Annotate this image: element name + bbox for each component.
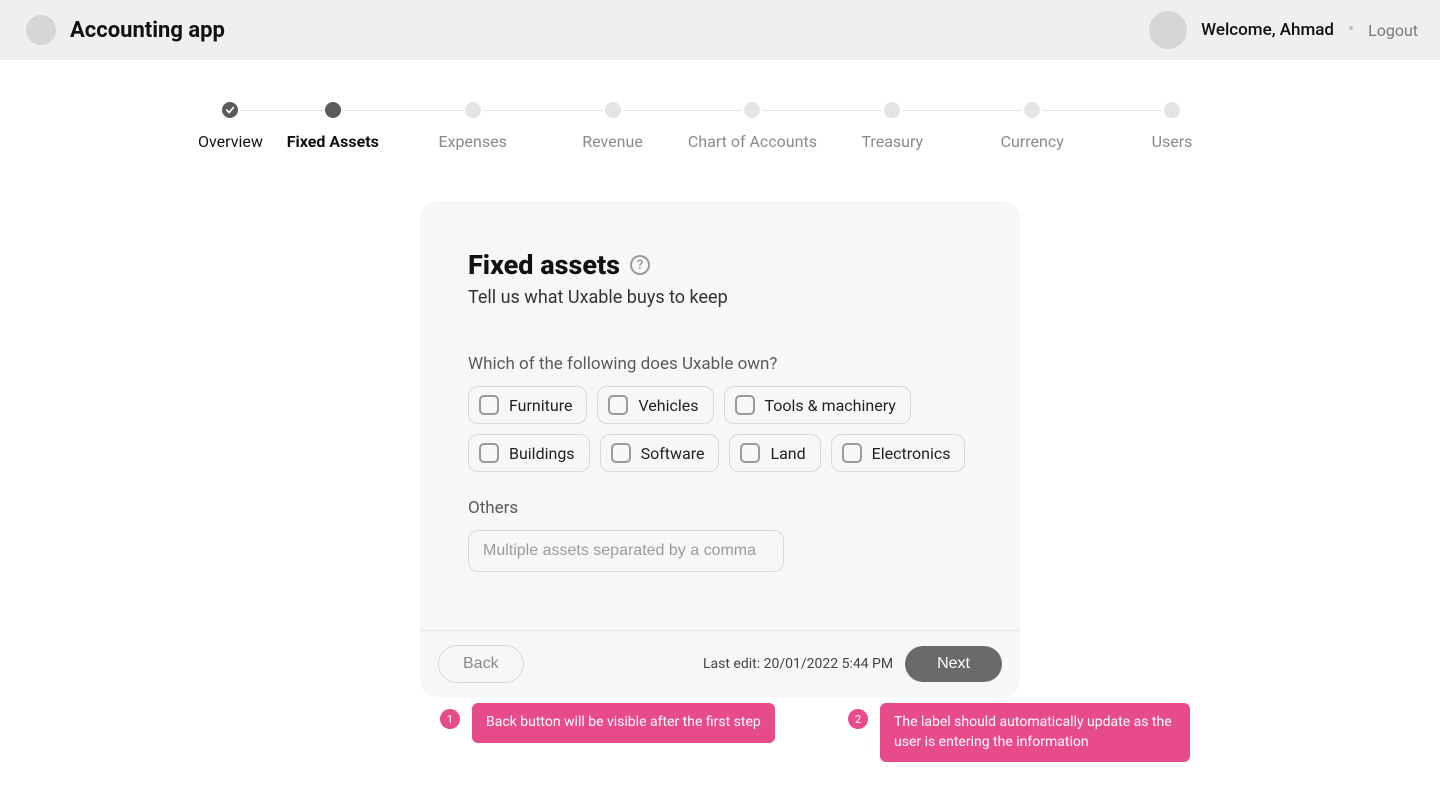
checkbox-icon[interactable] xyxy=(479,395,499,415)
option-label: Buildings xyxy=(509,444,575,463)
annotation-1: 1 Back button will be visible after the … xyxy=(440,703,775,743)
step-label: Treasury xyxy=(861,132,923,151)
header: Accounting app Welcome, Ahmad • Logout xyxy=(0,0,1440,60)
annotation-badge: 1 xyxy=(440,709,460,729)
checkbox-icon[interactable] xyxy=(611,443,631,463)
step-connector xyxy=(623,110,743,111)
checkbox-icon[interactable] xyxy=(735,395,755,415)
welcome-text: Welcome, Ahmad xyxy=(1201,20,1334,40)
annotation-2: 2 The label should automatically update … xyxy=(848,703,1190,762)
app-title: Accounting app xyxy=(70,18,225,43)
checkbox-icon[interactable] xyxy=(740,443,760,463)
next-button[interactable]: Next xyxy=(905,646,1002,682)
check-icon xyxy=(222,102,238,118)
back-button[interactable]: Back xyxy=(438,645,524,683)
step-label: Currency xyxy=(1001,132,1064,151)
logout-link[interactable]: Logout xyxy=(1368,21,1418,40)
checkbox-icon[interactable] xyxy=(608,395,628,415)
step-label: Expenses xyxy=(439,132,507,151)
help-icon[interactable]: ? xyxy=(630,255,650,275)
step-label: Chart of Accounts xyxy=(688,132,817,151)
step-label: Users xyxy=(1152,132,1193,151)
option-chip-software[interactable]: Software xyxy=(600,434,720,472)
option-label: Land xyxy=(770,444,805,463)
option-chip-land[interactable]: Land xyxy=(729,434,820,472)
header-right: Welcome, Ahmad • Logout xyxy=(1149,11,1418,49)
question-label: Which of the following does Uxable own? xyxy=(468,354,972,374)
option-chip-furniture[interactable]: Furniture xyxy=(468,386,587,424)
step-connector xyxy=(1042,110,1162,111)
step-dot-icon xyxy=(884,102,900,118)
header-left: Accounting app xyxy=(26,15,225,45)
option-chip-vehicles[interactable]: Vehicles xyxy=(597,386,713,424)
annotation-text: Back button will be visible after the fi… xyxy=(472,703,775,743)
step-label: Revenue xyxy=(582,132,643,151)
option-label: Electronics xyxy=(872,444,951,463)
option-label: Software xyxy=(641,444,705,463)
step-dot-icon xyxy=(325,102,341,118)
option-label: Furniture xyxy=(509,396,572,415)
option-label: Tools & machinery xyxy=(765,396,896,415)
option-label: Vehicles xyxy=(638,396,698,415)
step-dot-icon xyxy=(465,102,481,118)
option-chip-buildings[interactable]: Buildings xyxy=(468,434,590,472)
card-container: Fixed assets ? Tell us what Uxable buys … xyxy=(0,201,1440,697)
option-chip-tools-machinery[interactable]: Tools & machinery xyxy=(724,386,911,424)
step-connector xyxy=(343,110,463,111)
stepper: Overview Fixed Assets Expenses Revenue Chart… xyxy=(198,102,1242,151)
card-footer: Back Last edit: 20/01/2022 5:44 PM Next xyxy=(420,630,1020,697)
option-chip-electronics[interactable]: Electronics xyxy=(831,434,966,472)
step-dot-icon xyxy=(1024,102,1040,118)
separator-dot-icon: • xyxy=(1348,21,1354,39)
wizard-card: Fixed assets ? Tell us what Uxable buys … xyxy=(420,201,1020,697)
logo-icon xyxy=(26,15,56,45)
step-connector xyxy=(902,110,1022,111)
annotation-text: The label should automatically update as… xyxy=(880,703,1190,762)
footer-center: Last edit: 20/01/2022 5:44 PM Next xyxy=(536,646,1002,682)
step-connector xyxy=(762,110,882,111)
card-subtitle: Tell us what Uxable buys to keep xyxy=(468,287,972,308)
card-title: Fixed assets xyxy=(468,249,620,281)
checkbox-icon[interactable] xyxy=(842,443,862,463)
step-dot-icon xyxy=(1164,102,1180,118)
card-body: Fixed assets ? Tell us what Uxable buys … xyxy=(420,201,1020,630)
last-edit-label: Last edit: 20/01/2022 5:44 PM xyxy=(703,656,893,672)
checkbox-icon[interactable] xyxy=(479,443,499,463)
avatar[interactable] xyxy=(1149,11,1187,49)
others-label: Others xyxy=(468,498,972,518)
step-label: Overview xyxy=(198,132,263,151)
step-label: Fixed Assets xyxy=(287,132,379,151)
others-input[interactable] xyxy=(468,530,784,572)
stepper-container: Overview Fixed Assets Expenses Revenue Chart… xyxy=(0,60,1440,151)
step-dot-icon xyxy=(744,102,760,118)
step-dot-icon xyxy=(605,102,621,118)
step-connector xyxy=(240,110,331,111)
card-title-row: Fixed assets ? xyxy=(468,249,972,281)
step-connector xyxy=(483,110,603,111)
options-row: Furniture Vehicles Tools & machinery Buildi… xyxy=(468,386,972,472)
annotation-badge: 2 xyxy=(848,709,868,729)
